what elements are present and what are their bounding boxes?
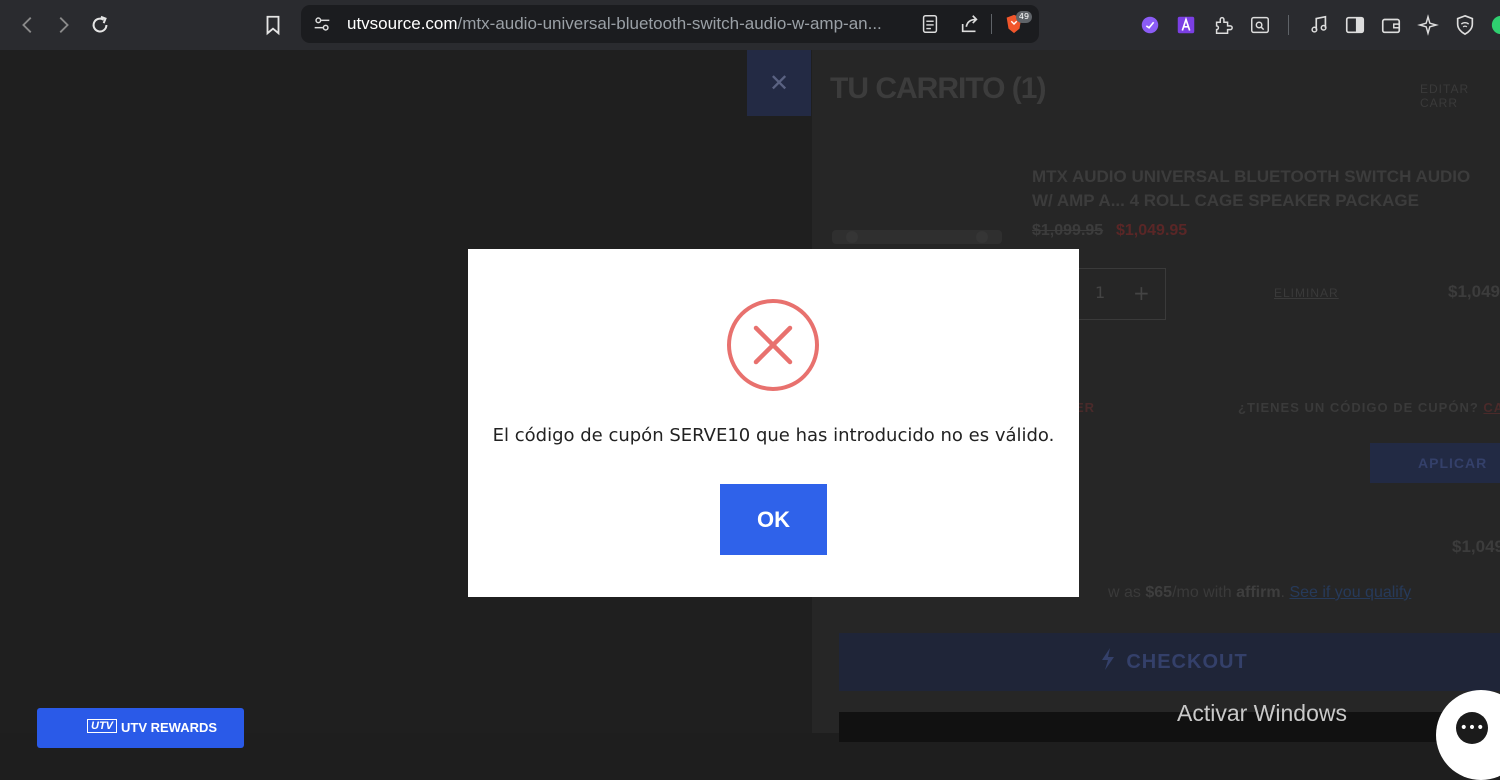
screenshot-icon[interactable] (1245, 10, 1275, 40)
translate-extension-icon[interactable] (1171, 10, 1201, 40)
edit-cart-link[interactable]: EDITAR CARR (1420, 82, 1500, 110)
affirm-financing-text: w as $65/mo with affirm. See if you qual… (1108, 584, 1412, 601)
quantity-stepper[interactable]: 1 + (1078, 268, 1166, 320)
media-icon[interactable] (1304, 10, 1334, 40)
affirm-prefix: w as (1108, 584, 1141, 601)
utv-rewards-button[interactable]: UTV UTV REWARDS (37, 708, 244, 748)
sale-price: $1,049.95 (1116, 222, 1188, 239)
close-cart-button[interactable]: ✕ (747, 50, 811, 116)
reload-icon[interactable] (85, 10, 115, 40)
back-icon[interactable] (13, 10, 43, 40)
affirm-mid: /mo with (1172, 584, 1232, 601)
site-settings-icon[interactable] (307, 9, 337, 39)
leo-ai-icon[interactable] (1135, 10, 1165, 40)
product-name[interactable]: MTX AUDIO UNIVERSAL BLUETOOTH SWITCH AUD… (1032, 165, 1492, 213)
shield-count-badge: 49 (1016, 11, 1032, 23)
affirm-amount: $65 (1145, 584, 1173, 601)
url-host: utvsource.com (347, 14, 458, 33)
coupon-error-dialog: El código de cupón SERVE10 que has intro… (468, 249, 1079, 597)
extensions-icon[interactable] (1208, 10, 1238, 40)
sidebar-icon[interactable] (1340, 10, 1370, 40)
windows-activation-watermark: Activar Windows (1177, 700, 1347, 726)
url-separator (991, 14, 992, 34)
share-icon[interactable] (955, 9, 985, 39)
utv-logo: UTV (87, 719, 117, 733)
reader-mode-icon[interactable] (915, 9, 945, 39)
cart-subtotal: $1,049 (1452, 537, 1500, 556)
checkout-button[interactable]: CHECKOUT (839, 633, 1500, 691)
increase-quantity-button[interactable]: + (1133, 281, 1150, 305)
line-item-price: $1,049 (1448, 282, 1500, 301)
product-thumbnail[interactable] (832, 220, 1002, 250)
error-message: El código de cupón SERVE10 que has intro… (492, 425, 1055, 446)
coupon-question: ¿TIENES UN CÓDIGO DE CUPÓN? (1238, 400, 1479, 415)
browser-toolbar: utvsource.com/mtx-audio-universal-blueto… (0, 0, 1500, 50)
affirm-logo: affirm (1236, 584, 1281, 601)
chat-icon: ••• (1456, 712, 1488, 744)
ok-button[interactable]: OK (720, 484, 827, 555)
toolbar-separator (1288, 15, 1289, 35)
checkout-label: CHECKOUT (1126, 650, 1248, 673)
url-text[interactable]: utvsource.com/mtx-audio-universal-blueto… (347, 14, 882, 34)
forward-icon[interactable] (48, 10, 78, 40)
original-price: $1,099.95 (1032, 222, 1104, 239)
lightning-icon (1100, 648, 1116, 676)
apply-coupon-button[interactable]: APLICAR (1370, 443, 1500, 483)
vpn-shield-icon[interactable] (1450, 10, 1480, 40)
remove-item-link[interactable]: ELIMINAR (1274, 286, 1339, 300)
address-bar[interactable]: utvsource.com/mtx-audio-universal-blueto… (301, 5, 1039, 43)
cart-title: TU CARRITO (1) (830, 72, 1046, 105)
close-icon: ✕ (768, 69, 790, 97)
profile-icon[interactable] (1486, 10, 1500, 40)
coupon-cancel-link[interactable]: CANCE (1483, 400, 1500, 415)
url-path: /mtx-audio-universal-bluetooth-switch-au… (457, 14, 882, 33)
error-x-icon (726, 298, 820, 392)
bookmark-icon[interactable] (258, 10, 288, 40)
coupon-prompt: ¿TIENES UN CÓDIGO DE CUPÓN? CANCE (1238, 400, 1500, 415)
affirm-qualify-link[interactable]: See if you qualify (1289, 584, 1411, 601)
quantity-value: 1 (1095, 283, 1106, 302)
sparkle-icon[interactable] (1413, 10, 1443, 40)
secondary-checkout-bar[interactable] (839, 712, 1500, 742)
wallet-icon[interactable] (1376, 10, 1406, 40)
